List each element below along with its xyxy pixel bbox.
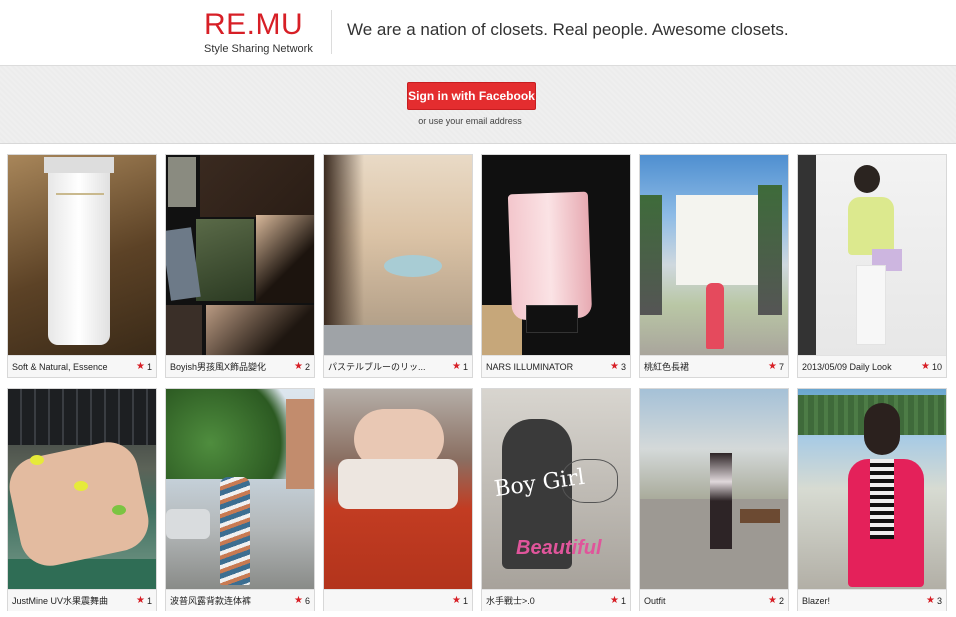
card-caption: パステルブルーのリッ... ★ 1 <box>324 355 472 377</box>
star-rating[interactable]: ★ 1 <box>136 594 152 606</box>
card-caption: 水手戰士>.0 ★ 1 <box>482 589 630 611</box>
card-caption: Outfit ★ 2 <box>640 589 788 611</box>
product-photo[interactable] <box>640 155 788 355</box>
star-icon: ★ <box>136 360 145 372</box>
star-count: 3 <box>620 361 626 372</box>
card-title[interactable]: Boyish男孩風X飾品變化 <box>170 360 266 373</box>
product-photo[interactable] <box>8 389 156 589</box>
closet-card[interactable]: パステルブルーのリッ... ★ 1 <box>323 154 473 378</box>
closet-card[interactable]: Soft & Natural, Essence ★ 1 <box>7 154 157 378</box>
closet-card[interactable]: 桃紅色長裙 ★ 7 <box>639 154 789 378</box>
card-title[interactable]: Soft & Natural, Essence <box>12 362 108 372</box>
card-caption: JustMine UV水果震舞曲 ★ 1 <box>8 589 156 611</box>
product-photo[interactable] <box>166 389 314 589</box>
star-rating[interactable]: ★ 7 <box>768 360 784 372</box>
product-photo[interactable] <box>798 389 946 589</box>
signin-band: Sign in with Facebook or use your email … <box>0 66 956 144</box>
closet-grid: Soft & Natural, Essence ★ 1 Boyish男孩風X飾品變… <box>7 154 947 611</box>
card-title[interactable]: 水手戰士>.0 <box>486 594 535 607</box>
star-count: 2 <box>778 595 784 606</box>
card-title[interactable]: Outfit <box>644 596 666 606</box>
site-header: RE.MU Style Sharing Network We are a nat… <box>0 0 956 66</box>
star-icon: ★ <box>610 594 619 606</box>
logo-text[interactable]: RE.MU <box>204 8 313 42</box>
product-photo[interactable] <box>8 155 156 355</box>
star-count: 1 <box>146 595 152 606</box>
closet-card[interactable]: 2013/05/09 Daily Look ★ 10 <box>797 154 947 378</box>
card-title[interactable]: 桃紅色長裙 <box>644 360 689 373</box>
closet-card[interactable]: Boy Girl Beautiful 水手戰士>.0 ★ 1 <box>481 388 631 611</box>
star-rating[interactable]: ★ 1 <box>610 594 626 606</box>
email-signin-link[interactable]: or use your email address <box>0 116 940 126</box>
star-rating[interactable]: ★ 3 <box>610 360 626 372</box>
star-rating[interactable]: ★ 1 <box>452 594 468 606</box>
product-photo[interactable] <box>482 155 630 355</box>
star-icon: ★ <box>768 360 777 372</box>
star-icon: ★ <box>921 360 930 372</box>
card-title[interactable]: パステルブルーのリッ... <box>328 360 426 373</box>
star-rating[interactable]: ★ 3 <box>926 594 942 606</box>
product-photo[interactable] <box>166 155 314 355</box>
product-photo[interactable] <box>324 155 472 355</box>
card-caption: 桃紅色長裙 ★ 7 <box>640 355 788 377</box>
photo-text-beautiful: Beautiful <box>516 537 602 559</box>
facebook-signin-button[interactable]: Sign in with Facebook <box>407 82 536 110</box>
card-caption: Soft & Natural, Essence ★ 1 <box>8 355 156 377</box>
star-count: 1 <box>462 595 468 606</box>
star-icon: ★ <box>452 594 461 606</box>
product-photo[interactable] <box>640 389 788 589</box>
closet-card[interactable]: Outfit ★ 2 <box>639 388 789 611</box>
card-title[interactable]: JustMine UV水果震舞曲 <box>12 594 108 607</box>
star-count: 10 <box>931 361 942 372</box>
star-icon: ★ <box>294 594 303 606</box>
closet-card[interactable]: 波普风露背款连体裤 ★ 6 <box>165 388 315 611</box>
product-photo[interactable] <box>798 155 946 355</box>
closet-card[interactable]: NARS ILLUMINATOR ★ 3 <box>481 154 631 378</box>
star-count: 1 <box>462 361 468 372</box>
star-count: 6 <box>304 595 310 606</box>
card-caption: 波普风露背款连体裤 ★ 6 <box>166 589 314 611</box>
closet-card[interactable]: Blazer! ★ 3 <box>797 388 947 611</box>
logo[interactable]: RE.MU Style Sharing Network <box>204 8 313 55</box>
card-caption: Blazer! ★ 3 <box>798 589 946 611</box>
star-rating[interactable]: ★ 2 <box>294 360 310 372</box>
closet-card[interactable]: ★ 1 <box>323 388 473 611</box>
product-photo[interactable] <box>324 389 472 589</box>
star-icon: ★ <box>610 360 619 372</box>
star-count: 7 <box>778 361 784 372</box>
star-rating[interactable]: ★ 2 <box>768 594 784 606</box>
card-title[interactable]: 波普风露背款连体裤 <box>170 594 251 607</box>
star-icon: ★ <box>768 594 777 606</box>
star-icon: ★ <box>926 594 935 606</box>
tagline: We are a nation of closets. Real people.… <box>347 20 789 39</box>
star-count: 3 <box>936 595 942 606</box>
card-caption: NARS ILLUMINATOR ★ 3 <box>482 355 630 377</box>
logo-subtitle: Style Sharing Network <box>204 43 313 55</box>
star-rating[interactable]: ★ 1 <box>136 360 152 372</box>
star-rating[interactable]: ★ 1 <box>452 360 468 372</box>
card-title[interactable]: Blazer! <box>802 596 830 606</box>
star-count: 1 <box>146 361 152 372</box>
card-title[interactable]: NARS ILLUMINATOR <box>486 362 573 372</box>
star-rating[interactable]: ★ 6 <box>294 594 310 606</box>
header-divider <box>331 10 332 54</box>
star-icon: ★ <box>452 360 461 372</box>
card-caption: Boyish男孩風X飾品變化 ★ 2 <box>166 355 314 377</box>
card-caption: 2013/05/09 Daily Look ★ 10 <box>798 355 946 377</box>
closet-card[interactable]: Boyish男孩風X飾品變化 ★ 2 <box>165 154 315 378</box>
star-rating[interactable]: ★ 10 <box>921 360 942 372</box>
card-caption: ★ 1 <box>324 589 472 611</box>
card-title[interactable]: 2013/05/09 Daily Look <box>802 362 892 372</box>
closet-card[interactable]: JustMine UV水果震舞曲 ★ 1 <box>7 388 157 611</box>
star-count: 2 <box>304 361 310 372</box>
product-photo[interactable]: Boy Girl Beautiful <box>482 389 630 589</box>
star-icon: ★ <box>136 594 145 606</box>
star-count: 1 <box>620 595 626 606</box>
star-icon: ★ <box>294 360 303 372</box>
